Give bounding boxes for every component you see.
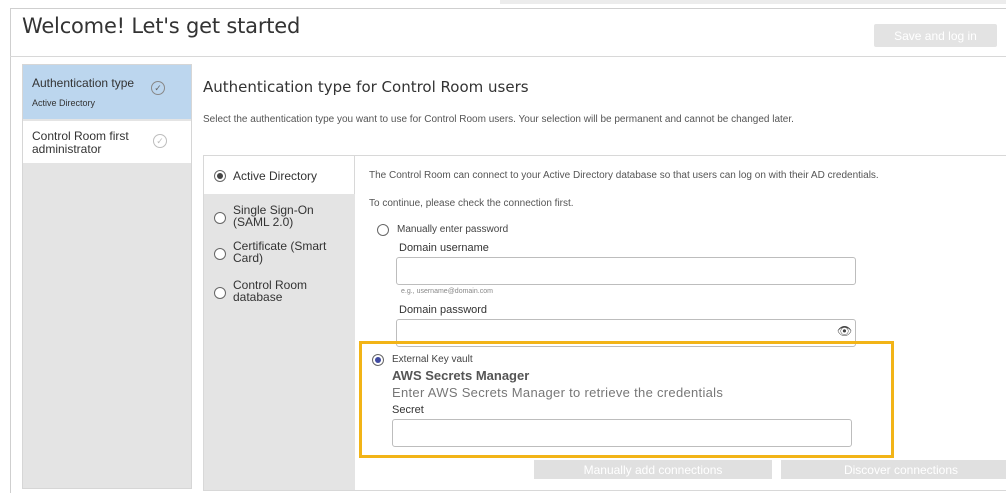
auth-option-label: Certificate (Smart Card) (233, 239, 327, 265)
auth-option-active-directory[interactable]: Active Directory (204, 156, 355, 194)
step-authentication-type[interactable]: Authentication type Active Directory ✓ (23, 65, 191, 119)
step-label: Control Room first administrator (32, 129, 129, 156)
auth-option-control-room-db[interactable]: Control Room database (204, 279, 355, 315)
manual-password-radio[interactable] (377, 224, 389, 236)
radio-button[interactable] (214, 170, 226, 182)
secret-label: Secret (392, 404, 424, 416)
page-title: Welcome! Let's get started (22, 14, 301, 38)
section-description: Select the authentication type you want … (203, 114, 794, 125)
username-label: Domain username (399, 242, 489, 254)
wizard-sidebar: Authentication type Active Directory ✓ C… (22, 64, 192, 489)
auth-option-certificate[interactable]: Certificate (Smart Card) (204, 240, 355, 276)
username-hint: e.g., username@domain.com (401, 288, 493, 295)
top-band (0, 0, 1006, 8)
secret-input[interactable] (392, 419, 852, 447)
step-first-administrator[interactable]: Control Room first administrator ✓ (23, 121, 191, 163)
auth-option-sso[interactable]: Single Sign-On (SAML 2.0) (204, 202, 355, 238)
auth-option-label: Control Room database (233, 278, 308, 304)
ad-info-text: The Control Room can connect to your Act… (369, 170, 879, 181)
key-vault-title: AWS Secrets Manager (392, 368, 530, 383)
domain-username-input[interactable] (396, 257, 856, 285)
key-vault-description: Enter AWS Secrets Manager to retrieve th… (392, 385, 724, 400)
manually-add-connections-button[interactable]: Manually add connections (534, 460, 772, 479)
auth-panel: Active Directory Single Sign-On (SAML 2.… (203, 155, 1006, 491)
radio-button[interactable] (214, 248, 226, 260)
key-vault-highlight: External Key vault AWS Secrets Manager E… (359, 341, 894, 458)
key-vault-radio[interactable] (372, 354, 384, 366)
password-label: Domain password (399, 304, 488, 316)
check-circle-icon: ✓ (151, 81, 165, 95)
top-strip (500, 0, 1006, 4)
step-sublabel: Active Directory (32, 98, 96, 108)
radio-button[interactable] (214, 212, 226, 224)
connection-hint: To continue, please check the connection… (369, 198, 574, 209)
check-circle-icon: ✓ (153, 134, 167, 148)
auth-option-label: Single Sign-On (SAML 2.0) (233, 203, 314, 229)
section-title: Authentication type for Control Room use… (203, 78, 529, 96)
save-and-login-button[interactable]: Save and log in (874, 24, 997, 47)
manual-password-label: Manually enter password (397, 224, 509, 235)
step-label: Authentication type (32, 76, 135, 90)
key-vault-label: External Key vault (392, 354, 473, 365)
auth-type-list: Active Directory Single Sign-On (SAML 2.… (204, 156, 355, 490)
header-divider (10, 56, 1006, 57)
auth-option-label: Active Directory (233, 169, 318, 183)
radio-button[interactable] (214, 287, 226, 299)
eye-icon[interactable]: 👁 (837, 324, 852, 338)
discover-connections-button[interactable]: Discover connections (781, 460, 1006, 479)
